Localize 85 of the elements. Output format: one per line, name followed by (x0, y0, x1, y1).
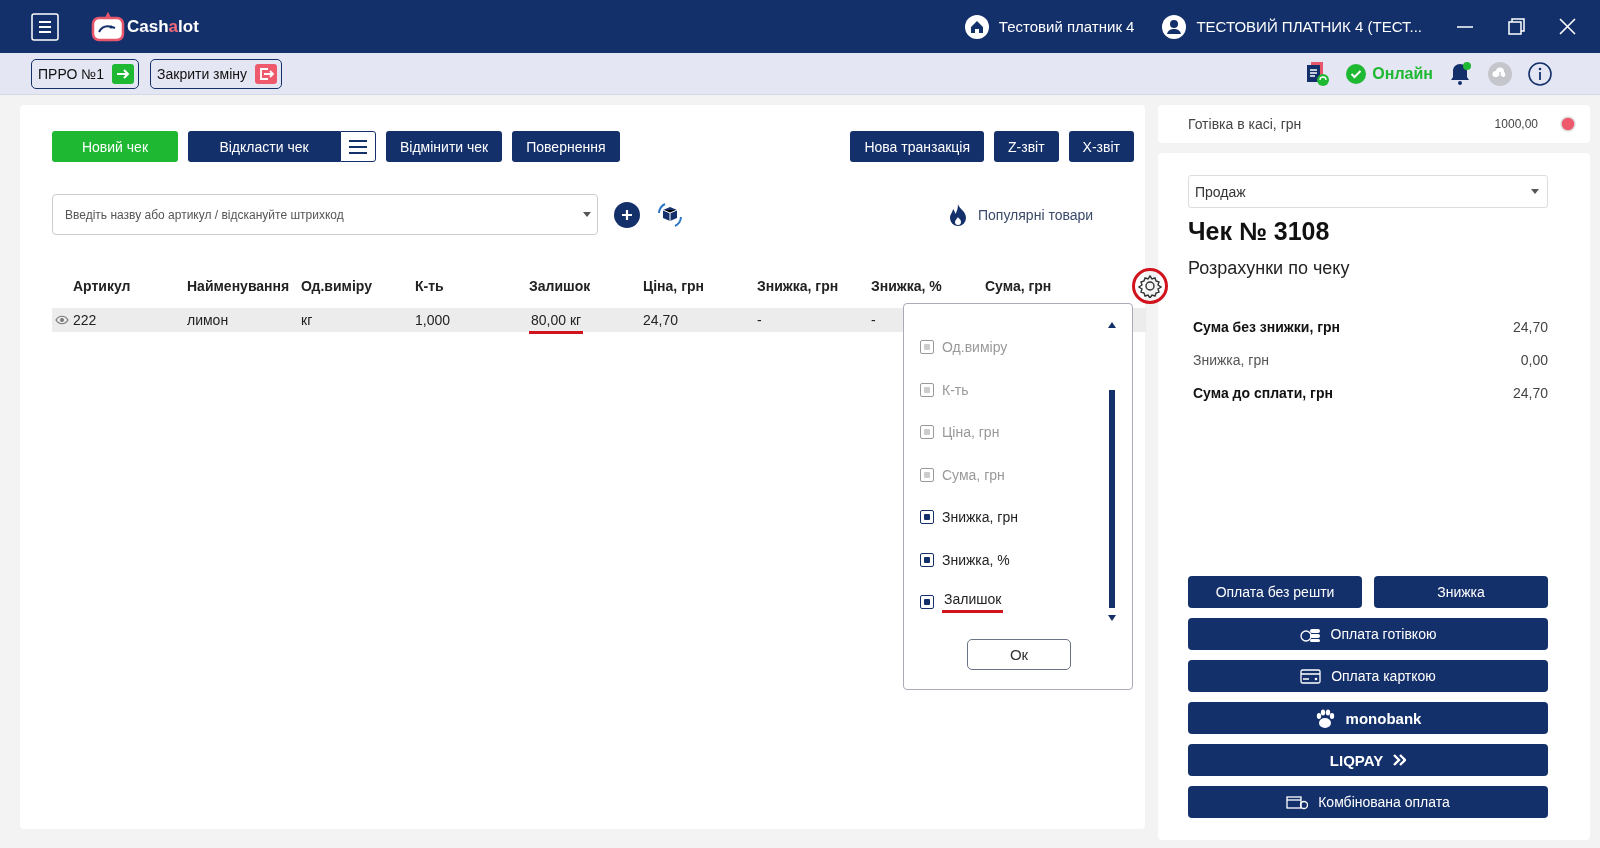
caret-down-icon (1531, 189, 1539, 194)
card-icon (1300, 668, 1322, 684)
check-circle-icon (1346, 63, 1367, 84)
table-cell: 80,00 кг (529, 312, 584, 334)
double-chevron-icon (1393, 754, 1407, 766)
paw-icon (1314, 708, 1336, 728)
action-button[interactable]: Відкласти чек (188, 131, 340, 162)
payment-button[interactable]: Оплата карткою (1188, 660, 1548, 692)
document-sync-icon[interactable] (1305, 61, 1331, 86)
table-cell: - (871, 312, 876, 328)
box-arrows-icon[interactable] (656, 200, 684, 229)
cash-value: 1000,00 (1494, 117, 1538, 131)
receipt-subtitle: Розрахунки по чеку (1188, 258, 1351, 279)
bell-icon[interactable] (1449, 61, 1472, 86)
column-option[interactable]: Знижка, % (920, 538, 1018, 581)
summary-value: 24,70 (1512, 319, 1548, 335)
table-cell: 1,000 (415, 312, 451, 328)
receipt-type-select[interactable]: Продаж (1188, 175, 1548, 208)
column-header: Од.виміру (301, 278, 373, 294)
column-header: К-ть (415, 278, 445, 294)
summary-label: Сума без знижки, грн (1193, 319, 1341, 335)
receipt-title: Чек № 3108 (1188, 217, 1331, 246)
menu-icon[interactable] (31, 12, 59, 41)
column-header: Найменування (187, 278, 291, 294)
column-header: Залишок (529, 278, 592, 294)
table-cell: кг (301, 312, 313, 328)
summary-value: 0,00 (1520, 352, 1548, 368)
column-option: Сума, грн (920, 453, 1018, 496)
cash-label: Готівка в касі, грн (1188, 116, 1303, 132)
summary-label: Знижка, грн (1193, 352, 1269, 368)
list-menu-button[interactable] (340, 131, 376, 162)
close-shift-button[interactable]: Закрити зміну (150, 58, 282, 89)
summary-label: Сума до сплати, грн (1193, 385, 1333, 401)
prro-button[interactable]: ПРРО №1 (31, 58, 139, 89)
column-option: Ціна, грн (920, 411, 1018, 454)
add-icon[interactable] (614, 201, 640, 228)
payment-button[interactable]: LIQPAY (1188, 744, 1548, 776)
eye-icon (55, 315, 69, 325)
restore-icon[interactable] (1508, 18, 1525, 35)
online-status: Онлайн (1346, 63, 1433, 84)
flame-icon (948, 202, 968, 227)
close-icon[interactable] (1559, 18, 1576, 35)
table-cell: 222 (73, 312, 97, 328)
payment-button[interactable]: Оплата готівкою (1188, 618, 1548, 650)
settings-icon (1138, 274, 1162, 298)
payment-button[interactable]: Комбінована оплата (1188, 786, 1548, 818)
column-header: Знижка, % (871, 278, 943, 294)
logo: Cashalot (91, 11, 199, 42)
column-option: К-ть (920, 368, 1018, 411)
home-icon (964, 14, 989, 39)
action-button[interactable]: X-звіт (1068, 131, 1134, 162)
column-header: Ціна, грн (643, 278, 705, 294)
checkbox[interactable] (920, 510, 934, 525)
column-header: Артикул (72, 278, 132, 294)
action-button[interactable]: Повернення (512, 131, 620, 162)
column-header: Знижка, грн (757, 278, 840, 294)
payment-button[interactable]: Знижка (1374, 576, 1548, 608)
summary-value: 24,70 (1512, 385, 1548, 401)
status-dot-icon (1560, 116, 1576, 132)
checkbox[interactable] (920, 595, 934, 610)
column-option[interactable]: Знижка, грн (920, 496, 1018, 539)
user-icon (1162, 14, 1187, 39)
checkbox[interactable] (920, 552, 934, 567)
ok-button[interactable]: Ок (967, 639, 1071, 670)
payment-button[interactable]: monobank (1188, 702, 1548, 734)
action-button[interactable]: Нова транзакція (850, 131, 984, 162)
company-name[interactable]: Тестовий платник 4 (998, 18, 1135, 35)
arrow-right-icon (112, 63, 134, 84)
user-name[interactable]: ТЕСТОВИЙ ПЛАТНИК 4 (ТЕСТ... (1196, 18, 1422, 35)
exit-icon (255, 63, 277, 84)
payment-button[interactable]: Оплата без решти (1188, 576, 1362, 608)
column-option[interactable]: Залишок (920, 581, 1018, 624)
table-cell: - (757, 312, 762, 328)
column-header: Сума, грн (985, 278, 1053, 294)
search-field[interactable]: Введіть назву або артикул / відскануйте штрихкод (52, 194, 598, 235)
card-coins-icon (1286, 794, 1309, 810)
action-button[interactable]: Z-звіт (994, 131, 1059, 162)
table-cell: лимон (187, 312, 229, 328)
table-cell: 24,70 (643, 312, 679, 328)
coins-icon (1299, 626, 1321, 642)
action-button[interactable]: Відмінити чек (386, 131, 503, 162)
caret-down-icon (583, 212, 591, 217)
menu-icon (348, 138, 368, 155)
info-icon[interactable] (1528, 61, 1552, 86)
popular-products-link[interactable]: Популярні товари (948, 202, 1094, 227)
